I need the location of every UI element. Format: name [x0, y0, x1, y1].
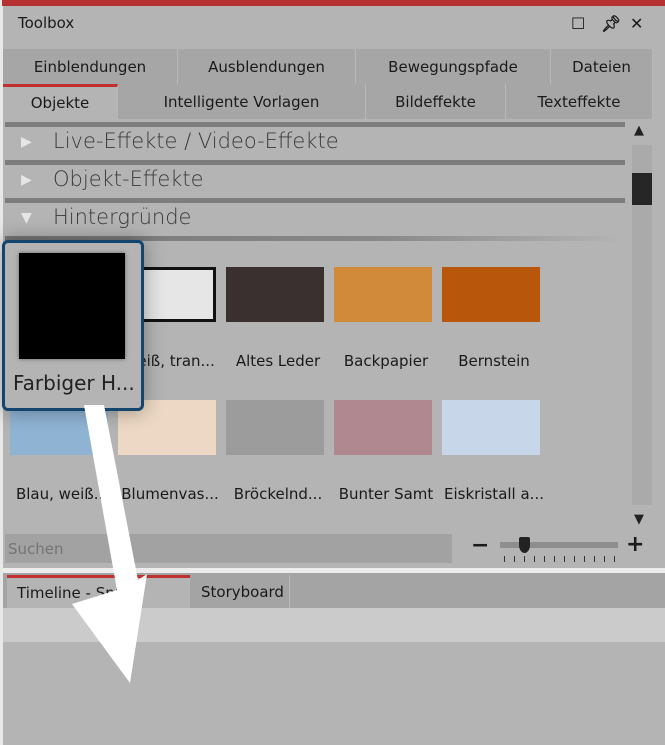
drag-arrow-icon: [72, 405, 147, 683]
